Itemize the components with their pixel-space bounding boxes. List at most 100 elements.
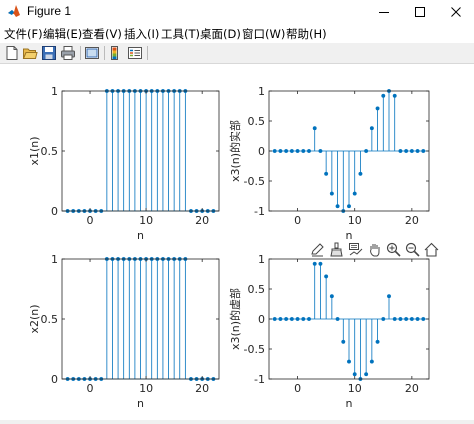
menu-view[interactable]: 查看(V) — [82, 26, 122, 42]
stem-marker — [409, 148, 414, 153]
link-plot-icon[interactable] — [84, 45, 100, 61]
stem-marker — [347, 359, 352, 364]
x-tick-label: 0 — [87, 214, 94, 227]
x-tick-label: 20 — [195, 214, 209, 227]
window-title: Figure 1 — [27, 4, 72, 18]
edit-icon[interactable] — [310, 242, 325, 257]
figure-toolbar — [0, 43, 474, 64]
stem-marker — [312, 126, 317, 131]
x-axis-label: n — [346, 229, 353, 242]
close-icon — [451, 7, 461, 17]
pan-icon[interactable] — [367, 242, 382, 257]
y-tick-label: 0.5 — [41, 145, 59, 158]
matlab-logo-icon — [8, 5, 20, 17]
stem-marker — [392, 93, 397, 98]
menu-insert[interactable]: 插入(I) — [124, 26, 159, 42]
stem-marker — [381, 93, 386, 98]
figure-window: Figure 1 文件(F) 编辑(E) 查看(V) 插入(I) 工具(T) 桌… — [0, 0, 474, 420]
stem-marker — [409, 316, 414, 321]
menu-bar: 文件(F) 编辑(E) 查看(V) 插入(I) 工具(T) 桌面(D) 窗口(W… — [0, 24, 474, 43]
insert-colorbar-icon[interactable] — [108, 45, 124, 61]
stem-marker — [301, 316, 306, 321]
stem-marker — [301, 148, 306, 153]
stem-marker — [318, 148, 323, 153]
stem-marker — [272, 148, 277, 153]
x-tick-label: 20 — [195, 382, 209, 395]
x-tick-label: 10 — [139, 382, 153, 395]
stem-axes-3[interactable]: 0 10 20 0 0.5 1 n x2(n) — [28, 253, 220, 410]
x-tick-label: 0 — [294, 214, 301, 227]
minimize-icon — [379, 12, 389, 13]
menu-edit[interactable]: 编辑(E) — [43, 26, 82, 42]
stem-marker — [307, 148, 312, 153]
minimize-button[interactable] — [366, 0, 402, 24]
stem-marker — [324, 171, 329, 176]
stem-marker — [289, 148, 294, 153]
stem-marker — [318, 261, 323, 266]
y-axis-label: x1(n) — [28, 136, 41, 165]
stem-marker — [335, 316, 340, 321]
close-button[interactable] — [438, 0, 474, 24]
menu-tools[interactable]: 工具(T) — [161, 26, 200, 42]
stem-marker — [369, 359, 374, 364]
stem-marker — [404, 316, 409, 321]
x-tick-label: 10 — [139, 214, 153, 227]
stem-axes-2[interactable]: 0 10 20 -1 -0.5 0 0.5 1 n x3(n)的实部 — [228, 85, 430, 242]
stem-marker — [295, 316, 300, 321]
menu-help[interactable]: 帮助(H) — [286, 26, 327, 42]
data-tips-icon[interactable] — [348, 242, 363, 257]
stem-marker — [312, 261, 317, 266]
stem-marker — [341, 339, 346, 344]
stem-marker — [329, 191, 334, 196]
stem-marker — [284, 148, 289, 153]
open-file-icon[interactable] — [22, 45, 38, 61]
stem-marker — [375, 106, 380, 111]
stem-marker — [364, 372, 369, 377]
stem-marker — [324, 274, 329, 279]
zoom-out-icon[interactable] — [405, 242, 420, 257]
print-icon[interactable] — [60, 45, 76, 61]
stem-marker — [364, 148, 369, 153]
x-tick-label: 0 — [294, 382, 301, 395]
toolbar-separator — [147, 46, 148, 60]
new-figure-icon[interactable] — [4, 45, 20, 61]
y-axis-label: x3(n)的虚部 — [228, 288, 242, 350]
stem-marker — [415, 316, 420, 321]
x-axis-label: n — [137, 397, 144, 410]
zoom-in-icon[interactable] — [386, 242, 401, 257]
menu-file[interactable]: 文件(F) — [4, 26, 43, 42]
stem-axes-1[interactable]: 0 10 20 0 0.5 1 n x1(n) — [28, 85, 220, 242]
stem-marker — [421, 148, 426, 153]
y-tick-label: 0 — [51, 373, 58, 386]
stem-marker — [284, 316, 289, 321]
y-tick-label: -0.5 — [244, 175, 265, 188]
stem-axes-4[interactable]: 0 10 20 -1 -0.5 0 0.5 1 n x3(n)的虚部 — [228, 253, 430, 410]
maximize-button[interactable] — [402, 0, 438, 24]
save-icon[interactable] — [41, 45, 57, 61]
y-tick-label: -1 — [254, 373, 265, 386]
x-tick-label: 10 — [348, 214, 362, 227]
figure-plot-area: 0 10 2000.51nx1(n)0 10 20-1-0.500.51nx3(n)的实… — [28, 85, 439, 410]
stem-marker — [358, 171, 363, 176]
y-tick-label: -1 — [254, 205, 265, 218]
y-tick-label: 0.5 — [41, 313, 59, 326]
y-tick-label: -0.5 — [244, 343, 265, 356]
brush-icon[interactable] — [329, 242, 344, 257]
y-tick-label: 1 — [258, 85, 265, 98]
stem-marker — [329, 294, 334, 299]
stem-marker — [404, 148, 409, 153]
stem-marker — [278, 316, 283, 321]
menu-window[interactable]: 窗口(W) — [242, 26, 285, 42]
stem-marker — [398, 316, 403, 321]
stem-marker — [398, 148, 403, 153]
home-icon[interactable] — [424, 242, 439, 257]
y-tick-label: 0 — [51, 205, 58, 218]
stem-marker — [381, 316, 386, 321]
menu-desktop[interactable]: 桌面(D) — [200, 26, 241, 42]
y-tick-label: 0.5 — [248, 115, 266, 128]
y-tick-label: 1 — [51, 253, 58, 266]
insert-legend-icon[interactable] — [127, 45, 143, 61]
stem-marker — [289, 316, 294, 321]
stem-marker — [415, 148, 420, 153]
title-bar[interactable]: Figure 1 — [0, 0, 474, 24]
